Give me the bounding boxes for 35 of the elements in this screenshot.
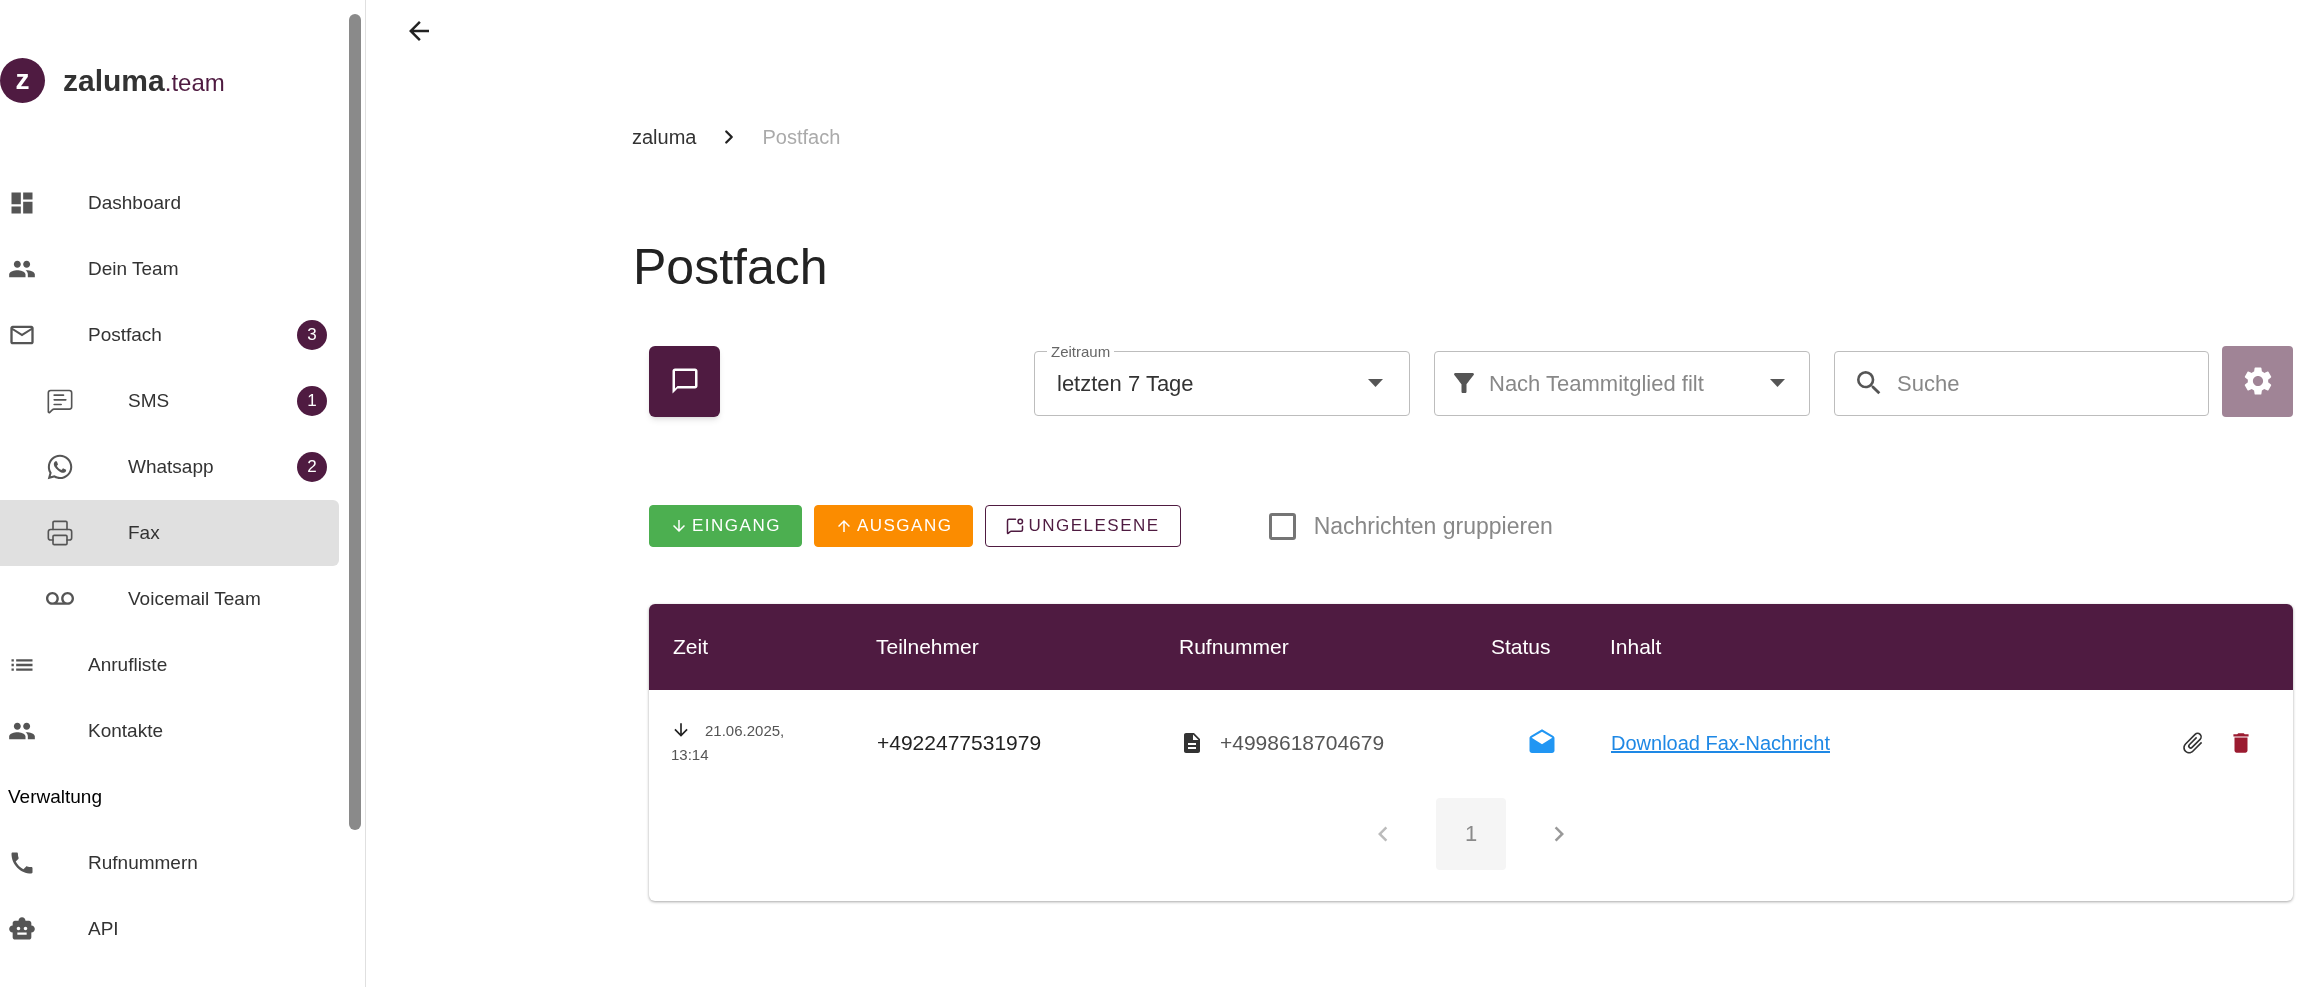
logo-badge: z — [0, 57, 45, 103]
sidebar-item[interactable]: SMS 1 — [0, 368, 340, 434]
search-input[interactable]: Suche — [1897, 366, 2190, 400]
breadcrumb-current: Postfach — [762, 125, 841, 150]
sidebar-item[interactable]: Fax — [0, 500, 340, 566]
column-header: Status — [1491, 634, 1552, 661]
sidebar-item[interactable]: Postfach 3 — [0, 302, 340, 368]
column-header: Zeit — [673, 634, 709, 661]
column-header: Inhalt — [1610, 634, 1662, 661]
count-badge: 1 — [297, 386, 328, 416]
group-checkbox[interactable]: Nachrichten gruppieren — [1268, 508, 1553, 544]
section-heading: Verwaltung — [8, 784, 102, 809]
filter-toggle-button[interactable]: UNGELESENE — [985, 505, 1181, 547]
sidebar-item[interactable]: Rufnummern — [0, 830, 340, 896]
sidebar-item[interactable]: Voicemail Team — [0, 566, 340, 632]
count-badge: 3 — [297, 320, 328, 350]
sidebar-item[interactable]: Whatsapp 2 — [0, 434, 340, 500]
sidebar-item[interactable]: Dashboard — [0, 170, 340, 236]
sidebar-item[interactable]: Anrufliste — [0, 632, 340, 698]
search-field[interactable]: Suche — [1834, 350, 2209, 416]
table-cell-text: 21.06.2025, 13:14 — [671, 719, 786, 765]
brand-name: zaluma — [63, 62, 165, 99]
column-header: Teilnehmer — [876, 634, 980, 661]
sidebar-item[interactable]: Kontakte — [0, 698, 340, 764]
sidebar-item[interactable]: API — [0, 896, 340, 962]
table-cell-text: +4998618704679 — [1220, 730, 1385, 757]
download-link[interactable]: Download Fax-Nachricht — [1611, 728, 1830, 758]
table-cell-text: +4922477531979 — [877, 730, 1043, 757]
brand-suffix: .team — [164, 67, 225, 98]
page-title: Postfach — [632, 242, 829, 292]
count-badge: 2 — [297, 452, 328, 482]
member-filter-select[interactable]: Nach Teammitglied filt — [1434, 350, 1810, 416]
breadcrumb-link[interactable]: zaluma — [632, 122, 697, 152]
column-header: Rufnummer — [1179, 634, 1290, 661]
sidebar-item[interactable]: Dein Team — [0, 236, 340, 302]
